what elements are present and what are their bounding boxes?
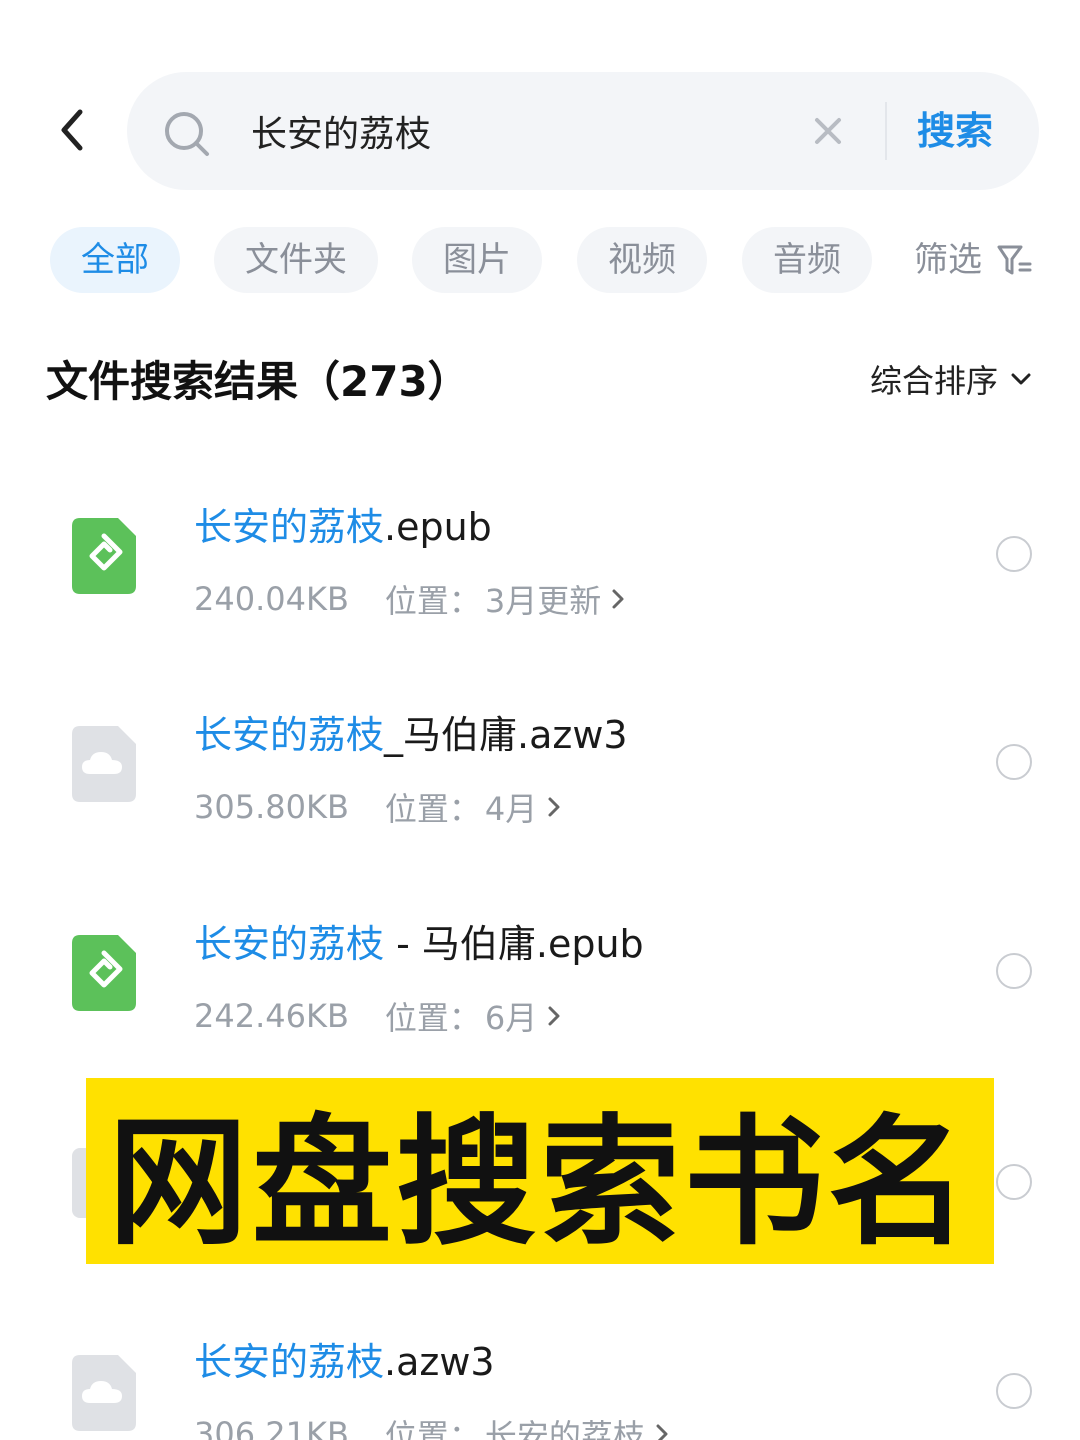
epub-icon bbox=[72, 935, 136, 1011]
filter-label: 筛选 bbox=[914, 240, 982, 280]
chevron-down-icon bbox=[1011, 373, 1031, 385]
file-name-rest: .epub bbox=[384, 505, 492, 549]
file-size: 305.80KB bbox=[194, 788, 349, 826]
filter-icon bbox=[997, 245, 1032, 275]
back-button[interactable] bbox=[50, 100, 94, 160]
chevron-right-icon bbox=[548, 1006, 560, 1026]
file-row[interactable]: 长安的荔枝.epub 240.04KB 位置： 3月更新 bbox=[0, 470, 1080, 670]
promo-banner: 网盘搜索书名 bbox=[86, 1078, 994, 1265]
file-name-highlight: 长安的荔枝 bbox=[194, 505, 385, 549]
location-label: 位置： bbox=[384, 790, 481, 828]
filter-chip-video[interactable]: 视频 bbox=[577, 227, 707, 293]
results-title: 文件搜索结果（273） bbox=[46, 357, 470, 406]
chevron-right-icon bbox=[612, 589, 624, 609]
filter-chip-all[interactable]: 全部 bbox=[50, 227, 180, 293]
select-radio[interactable] bbox=[996, 536, 1032, 572]
location-label: 位置： bbox=[384, 1417, 481, 1440]
select-radio[interactable] bbox=[996, 953, 1032, 989]
epub-icon bbox=[72, 518, 136, 594]
sort-dropdown[interactable]: 综合排序 bbox=[870, 356, 1032, 402]
file-meta: 305.80KB 位置： 4月 bbox=[194, 784, 561, 830]
file-size: 306.21KB bbox=[194, 1415, 349, 1440]
search-icon bbox=[165, 112, 209, 156]
file-search-screen: 搜索 全部 文件夹 图片 视频 音频 筛选 文件搜索结果（273） 综合排序 长… bbox=[0, 0, 1080, 1440]
select-radio[interactable] bbox=[996, 1164, 1032, 1200]
file-size: 242.46KB bbox=[194, 997, 349, 1035]
file-location[interactable]: 6月 bbox=[485, 993, 537, 1039]
file-meta: 306.21KB 位置： 长安的荔枝 bbox=[194, 1411, 669, 1440]
file-name-rest: .azw3 bbox=[384, 1340, 495, 1384]
search-input[interactable] bbox=[251, 100, 771, 162]
search-bar: 搜索 bbox=[127, 72, 1039, 190]
filter-chip-audio[interactable]: 音频 bbox=[742, 227, 872, 293]
location-label: 位置： bbox=[384, 999, 481, 1037]
filter-chip-folder[interactable]: 文件夹 bbox=[214, 227, 378, 293]
search-divider bbox=[885, 102, 887, 160]
file-size: 240.04KB bbox=[194, 580, 349, 618]
file-name-rest: _马伯庸.azw3 bbox=[384, 713, 628, 757]
file-name-rest: - 马伯庸.epub bbox=[384, 922, 644, 966]
chevron-right-icon bbox=[548, 797, 560, 817]
filter-chip-image[interactable]: 图片 bbox=[412, 227, 542, 293]
file-location[interactable]: 长安的荔枝 bbox=[485, 1411, 645, 1440]
file-row[interactable]: 长安的荔枝 - 马伯庸.epub 242.46KB 位置： 6月 bbox=[0, 887, 1080, 1087]
file-location[interactable]: 3月更新 bbox=[485, 576, 601, 622]
file-name: 长安的荔枝.epub bbox=[194, 496, 492, 551]
filter-button[interactable]: 筛选 bbox=[914, 227, 1032, 293]
select-radio[interactable] bbox=[996, 744, 1032, 780]
cloud-file-icon bbox=[72, 1355, 136, 1431]
file-meta: 240.04KB 位置： 3月更新 bbox=[194, 576, 625, 622]
file-row[interactable]: 长安的荔枝.azw3 306.21KB 位置： 长安的荔枝 bbox=[0, 1305, 1080, 1440]
file-name: 长安的荔枝_马伯庸.azw3 bbox=[194, 704, 628, 759]
chevron-left-icon bbox=[61, 109, 83, 151]
search-button[interactable]: 搜索 bbox=[917, 102, 993, 160]
select-radio[interactable] bbox=[996, 1373, 1032, 1409]
chevron-right-icon bbox=[656, 1424, 668, 1440]
file-name-highlight: 长安的荔枝 bbox=[194, 713, 385, 757]
file-name-highlight: 长安的荔枝 bbox=[194, 922, 385, 966]
file-meta: 242.46KB 位置： 6月 bbox=[194, 993, 561, 1039]
sort-label: 综合排序 bbox=[870, 362, 999, 400]
file-name: 长安的荔枝 - 马伯庸.epub bbox=[194, 913, 644, 968]
file-row[interactable]: 长安的荔枝_马伯庸.azw3 305.80KB 位置： 4月 bbox=[0, 678, 1080, 878]
location-label: 位置： bbox=[384, 582, 481, 620]
cloud-file-icon bbox=[72, 726, 136, 802]
file-location[interactable]: 4月 bbox=[485, 784, 537, 830]
file-name-highlight: 长安的荔枝 bbox=[194, 1340, 385, 1384]
file-name: 长安的荔枝.azw3 bbox=[194, 1331, 495, 1386]
clear-icon[interactable] bbox=[813, 116, 843, 146]
